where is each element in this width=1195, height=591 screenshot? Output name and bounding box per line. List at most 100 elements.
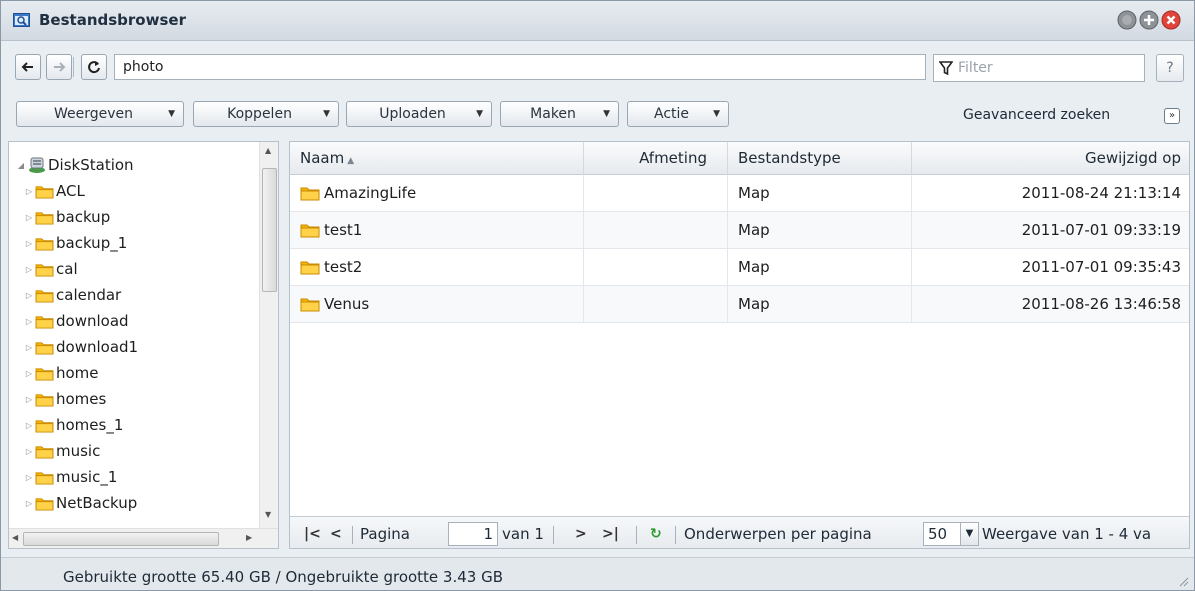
collapsed-arrow-icon[interactable]: ▷ bbox=[23, 317, 35, 326]
file-name-cell: test2 bbox=[290, 249, 584, 285]
folder-icon bbox=[35, 367, 54, 381]
close-button[interactable] bbox=[1161, 10, 1181, 30]
refresh-icon[interactable]: ↻ bbox=[650, 517, 662, 548]
collapsed-arrow-icon[interactable]: ▷ bbox=[23, 343, 35, 352]
tree-item[interactable]: ▷ ACL bbox=[9, 178, 259, 204]
folder-icon bbox=[35, 185, 54, 199]
dropdown-arrow-icon: ▼ bbox=[323, 109, 330, 119]
chevron-down-icon[interactable]: ▼ bbox=[961, 522, 979, 546]
previous-page-icon[interactable]: < bbox=[330, 517, 342, 548]
first-page-icon[interactable]: |< bbox=[304, 517, 321, 548]
connect-menu-button[interactable]: Koppelen ▼ bbox=[193, 101, 339, 127]
tree-item[interactable]: ▷ backup_1 bbox=[9, 230, 259, 256]
file-size-cell bbox=[584, 286, 728, 322]
tree-item-label: backup bbox=[56, 208, 111, 226]
scroll-up-icon[interactable]: ▲ bbox=[265, 146, 271, 155]
tree-item[interactable]: ▷ music bbox=[9, 438, 259, 464]
pager-separator bbox=[553, 526, 554, 544]
collapsed-arrow-icon[interactable]: ▷ bbox=[23, 291, 35, 300]
tree-vertical-scrollbar[interactable]: ▲ ▼ bbox=[259, 142, 278, 528]
advanced-search-link[interactable]: Geavanceerd zoeken bbox=[963, 107, 1110, 123]
scroll-thumb[interactable] bbox=[262, 168, 277, 292]
tree-item-label: backup_1 bbox=[56, 234, 128, 252]
file-modified-cell: 2011-08-26 13:46:58 bbox=[1021, 295, 1181, 313]
minimize-button[interactable] bbox=[1117, 10, 1137, 30]
expand-down-icon[interactable]: » bbox=[1164, 108, 1180, 124]
path-input[interactable] bbox=[114, 54, 926, 80]
tree-item-label: music_1 bbox=[56, 468, 118, 486]
filter-field[interactable]: Filter bbox=[933, 54, 1145, 82]
tree-root-diskstation[interactable]: ◢ DiskStation bbox=[9, 152, 259, 178]
collapsed-arrow-icon[interactable]: ▷ bbox=[23, 473, 35, 482]
column-header-size[interactable]: Afmeting bbox=[584, 142, 728, 175]
scroll-right-icon[interactable]: ▶ bbox=[246, 533, 252, 542]
collapsed-arrow-icon[interactable]: ▷ bbox=[23, 369, 35, 378]
resize-grip-icon[interactable] bbox=[1177, 575, 1189, 587]
items-per-page-select[interactable]: 50 bbox=[923, 522, 961, 546]
upload-menu-button[interactable]: Uploaden ▼ bbox=[346, 101, 492, 127]
tree-item[interactable]: ▷ homes bbox=[9, 386, 259, 412]
collapsed-arrow-icon[interactable]: ▷ bbox=[23, 499, 35, 508]
column-header-type[interactable]: Bestandstype bbox=[728, 142, 912, 175]
tree-item[interactable]: ▷ home bbox=[9, 360, 259, 386]
refresh-button[interactable] bbox=[81, 54, 107, 80]
column-header-modified[interactable]: Gewijzigd op bbox=[912, 142, 1189, 175]
nav-separator bbox=[73, 57, 74, 77]
column-header-name[interactable]: Naam ▲ bbox=[290, 142, 584, 175]
file-row[interactable]: test2 Map 2011-07-01 09:35:43 bbox=[290, 249, 1189, 286]
toolbar: Weergeven ▼ Koppelen ▼ Uploaden ▼ Maken … bbox=[1, 93, 1194, 137]
tree-item[interactable]: ▷ backup bbox=[9, 204, 259, 230]
file-modified-cell: 2011-08-24 21:13:14 bbox=[1021, 184, 1181, 202]
help-button[interactable]: ? bbox=[1156, 54, 1184, 82]
view-menu-button[interactable]: Weergeven ▼ bbox=[16, 101, 184, 127]
tree-children: ▷ ACL ▷ backup ▷ backup_1 ▷ cal ▷ calendar ▷ downlo… bbox=[9, 178, 259, 516]
collapsed-arrow-icon[interactable]: ▷ bbox=[23, 187, 35, 196]
create-menu-button[interactable]: Maken ▼ bbox=[500, 101, 619, 127]
forward-button[interactable] bbox=[46, 54, 72, 80]
collapsed-arrow-icon[interactable]: ▷ bbox=[23, 395, 35, 404]
pager-separator bbox=[675, 526, 676, 544]
collapsed-arrow-icon[interactable]: ▷ bbox=[23, 239, 35, 248]
expanded-arrow-icon[interactable]: ◢ bbox=[15, 161, 27, 170]
filter-icon bbox=[939, 61, 953, 76]
collapsed-arrow-icon[interactable]: ▷ bbox=[23, 447, 35, 456]
maximize-button[interactable] bbox=[1139, 10, 1159, 30]
collapsed-arrow-icon[interactable]: ▷ bbox=[23, 213, 35, 222]
grid-header: Naam ▲ Afmeting Bestandstype Gewijzigd op bbox=[290, 142, 1189, 175]
file-row[interactable]: test1 Map 2011-07-01 09:33:19 bbox=[290, 212, 1189, 249]
scroll-thumb[interactable] bbox=[23, 532, 219, 546]
action-menu-button[interactable]: Actie ▼ bbox=[627, 101, 729, 127]
tree-item[interactable]: ▷ music_1 bbox=[9, 464, 259, 490]
title-bar[interactable]: Bestandsbrowser bbox=[1, 1, 1194, 41]
scroll-left-icon[interactable]: ◀ bbox=[12, 533, 18, 542]
next-page-icon[interactable]: > bbox=[575, 517, 587, 548]
file-name-cell: Venus bbox=[290, 286, 584, 322]
tree-item[interactable]: ▷ download bbox=[9, 308, 259, 334]
page-number-input[interactable]: 1 bbox=[448, 522, 498, 546]
arrow-left-icon bbox=[21, 62, 33, 72]
tree-item[interactable]: ▷ cal bbox=[9, 256, 259, 282]
column-header-label: Naam bbox=[300, 149, 345, 167]
folder-icon bbox=[35, 289, 54, 303]
file-row[interactable]: Venus Map 2011-08-26 13:46:58 bbox=[290, 286, 1189, 323]
tree-item[interactable]: ▷ download1 bbox=[9, 334, 259, 360]
tree-item-label: cal bbox=[56, 260, 78, 278]
tree-item-label: ACL bbox=[56, 182, 85, 200]
back-button[interactable] bbox=[15, 54, 41, 80]
file-modified-cell: 2011-07-01 09:33:19 bbox=[1021, 221, 1181, 239]
sort-ascending-icon: ▲ bbox=[347, 156, 355, 166]
file-row[interactable]: AmazingLife Map 2011-08-24 21:13:14 bbox=[290, 175, 1189, 212]
tree-item[interactable]: ▷ calendar bbox=[9, 282, 259, 308]
last-page-icon[interactable]: >| bbox=[602, 517, 619, 548]
tree-item[interactable]: ▷ NetBackup bbox=[9, 490, 259, 516]
dropdown-arrow-icon: ▼ bbox=[713, 109, 720, 119]
tree-horizontal-scrollbar[interactable]: ◀ ▶ bbox=[9, 528, 278, 548]
file-name: AmazingLife bbox=[324, 184, 417, 202]
collapsed-arrow-icon[interactable]: ▷ bbox=[23, 421, 35, 430]
status-bar: Gebruikte grootte 65.40 GB / Ongebruikte… bbox=[1, 557, 1194, 590]
collapsed-arrow-icon[interactable]: ▷ bbox=[23, 265, 35, 274]
scroll-down-icon[interactable]: ▼ bbox=[265, 510, 271, 519]
file-name: test2 bbox=[324, 258, 363, 276]
tree-item[interactable]: ▷ homes_1 bbox=[9, 412, 259, 438]
pager-separator bbox=[636, 526, 637, 544]
